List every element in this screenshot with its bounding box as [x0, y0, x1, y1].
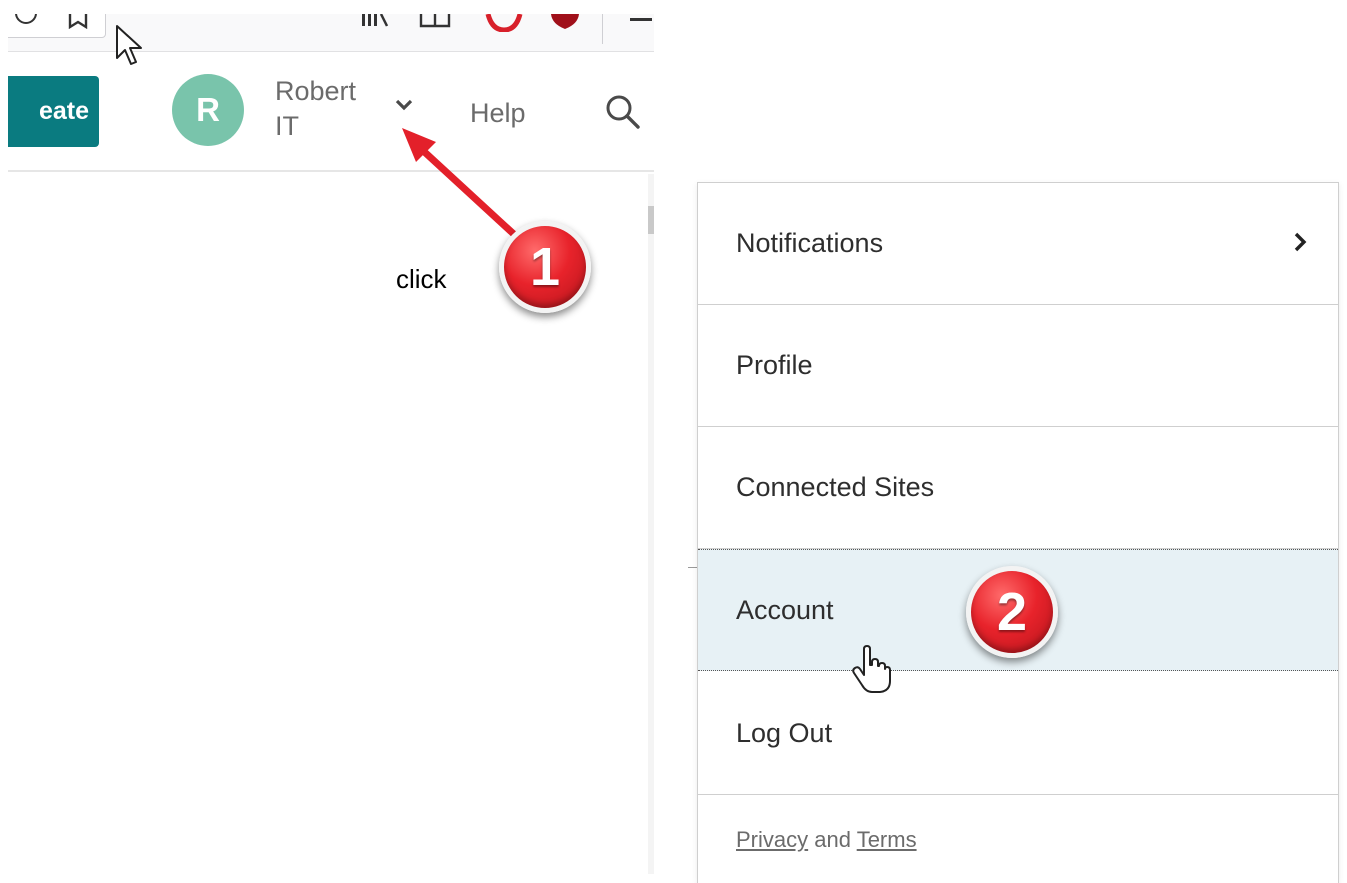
app-window: eate R Robert IT Help — [8, 14, 654, 875]
menu-item-connected-sites[interactable]: Connected Sites — [698, 427, 1338, 549]
avatar[interactable]: R — [172, 74, 244, 146]
annotation-arrow-icon — [402, 128, 522, 242]
menu-item-profile[interactable]: Profile — [698, 305, 1338, 427]
create-button[interactable]: eate — [8, 76, 99, 147]
search-icon[interactable] — [603, 92, 643, 132]
user-name[interactable]: Robert IT — [275, 74, 385, 144]
library-icon[interactable] — [358, 14, 392, 28]
scrollbar-track[interactable] — [648, 174, 654, 874]
menu-item-label: Notifications — [736, 228, 884, 258]
menu-footer: Privacy and Terms — [736, 827, 917, 853]
arrow-pointer-cursor-icon — [116, 25, 142, 65]
user-last-name: IT — [275, 111, 299, 141]
menu-item-label: Connected Sites — [736, 472, 935, 502]
menu-icon[interactable] — [628, 14, 654, 24]
step-badge-2: 2 — [966, 566, 1058, 658]
terms-link[interactable]: Terms — [857, 827, 917, 852]
user-first-name: Robert — [275, 76, 357, 106]
shield-icon[interactable] — [548, 14, 582, 30]
bookmark-star-icon[interactable] — [67, 14, 89, 29]
menu-item-notifications[interactable]: Notifications — [698, 183, 1338, 305]
user-dropdown-menu: Notifications Profile Connected Sites Ac… — [697, 182, 1339, 883]
menu-item-label: Account — [736, 594, 834, 625]
chevron-right-icon — [1294, 232, 1307, 252]
menu-item-log-out[interactable]: Log Out — [698, 673, 1338, 795]
scrollbar-thumb[interactable] — [648, 206, 654, 234]
sidebar-icon[interactable] — [418, 14, 452, 28]
app-header: eate R Robert IT Help — [8, 52, 654, 172]
menu-item-label: Profile — [736, 350, 813, 380]
toolbar-separator — [602, 14, 603, 44]
extension-icon[interactable] — [484, 14, 524, 32]
step-badge-1: 1 — [499, 221, 591, 313]
chevron-down-icon[interactable] — [393, 98, 415, 114]
url-bar[interactable] — [8, 14, 106, 38]
footer-and-text: and — [814, 827, 851, 852]
info-icon[interactable] — [15, 14, 37, 27]
annotation-click-label: click — [396, 264, 447, 294]
privacy-link[interactable]: Privacy — [736, 827, 808, 852]
menu-item-label: Log Out — [736, 718, 833, 748]
hand-pointer-cursor-icon — [852, 645, 891, 693]
browser-toolbar — [8, 14, 654, 52]
